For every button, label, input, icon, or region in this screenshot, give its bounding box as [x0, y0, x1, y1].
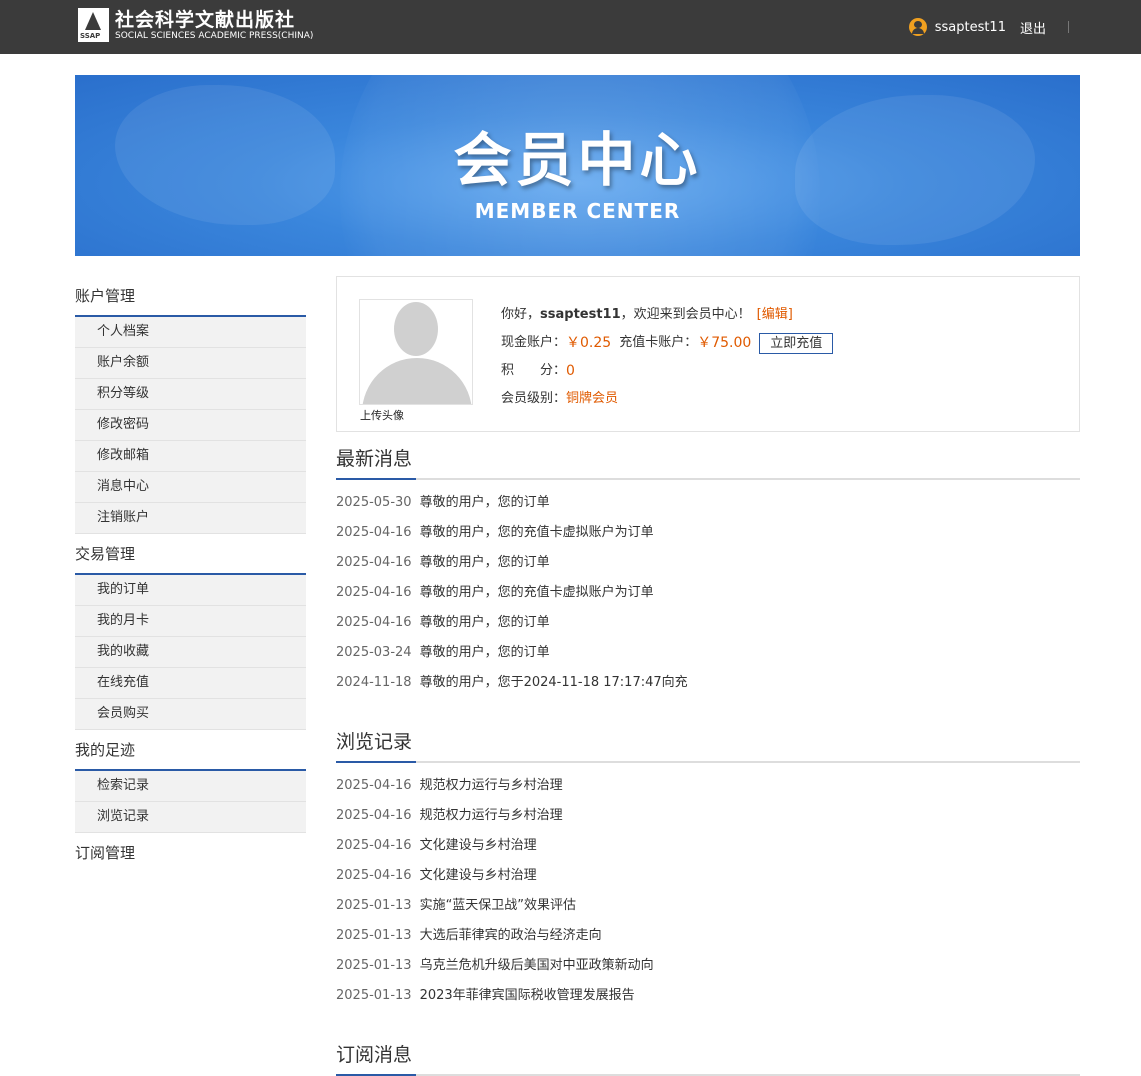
history-item[interactable]: 2025-01-13 乌克兰危机升级后美国对中亚政策新动向	[336, 956, 710, 986]
banner-title: 会员中心	[453, 126, 702, 194]
header-username[interactable]: ssaptest11	[935, 20, 1006, 35]
message-item[interactable]: 2024-11-18 尊敬的用户，您于2024-11-18 17:17:47向充	[336, 673, 710, 703]
logo-title-en: SOCIAL SCIENCES ACADEMIC PRESS(CHINA)	[115, 30, 314, 41]
greeting-suffix: ，欢迎来到会员中心！	[620, 307, 751, 322]
message-item[interactable]: 2025-04-16 尊敬的用户，您的订单	[336, 613, 710, 643]
sidebar-item-favorites[interactable]: 我的收藏	[75, 637, 306, 668]
history-item[interactable]: 2025-01-13 2023年菲律宾国际税收管理发展报告	[336, 986, 710, 1016]
sidebar-item-change-password[interactable]: 修改密码	[75, 410, 306, 441]
latest-messages-list: 2025-05-30 尊敬的用户，您的订单 2025-04-16 尊敬的用户，您的充…	[336, 480, 1080, 715]
history-item[interactable]: 2025-04-16 文化建设与乡村治理	[336, 836, 710, 866]
sidebar-nav: 账户管理 个人档案 账户余额 积分等级 修改密码 修改邮箱 消息中心 注销账户 …	[75, 276, 306, 874]
message-item[interactable]: 2025-05-30 尊敬的用户，您的订单	[336, 493, 710, 523]
member-center-banner: 会员中心 MEMBER CENTER	[75, 75, 1080, 256]
profile-username: ssaptest11	[540, 307, 621, 322]
sidebar-group-subscriptions[interactable]: 订阅管理	[75, 833, 306, 874]
member-level-value: 铜牌会员	[566, 391, 619, 406]
sidebar-item-close-account[interactable]: 注销账户	[75, 503, 306, 534]
browse-history-title: 浏览记录	[336, 725, 1080, 763]
sidebar-group-footprints[interactable]: 我的足迹	[75, 730, 306, 771]
edit-profile-link[interactable]: [编辑]	[757, 304, 793, 326]
header-divider	[1068, 21, 1069, 33]
subscriptions-title: 订阅消息	[336, 1038, 1080, 1076]
card-account-value: ￥75.00	[697, 335, 752, 351]
history-item[interactable]: 2025-04-16 文化建设与乡村治理	[336, 866, 710, 896]
message-item[interactable]: 2025-03-24 尊敬的用户，您的订单	[336, 643, 710, 673]
cash-account-value: ￥0.25	[566, 335, 612, 351]
top-bar: SSAP 社会科学文献出版社 SOCIAL SCIENCES ACADEMIC …	[0, 0, 1141, 54]
latest-messages-title: 最新消息	[336, 442, 1080, 480]
sidebar-group-transactions[interactable]: 交易管理	[75, 534, 306, 575]
sidebar-item-points-level[interactable]: 积分等级	[75, 379, 306, 410]
sidebar-item-search-history[interactable]: 检索记录	[75, 771, 306, 802]
user-avatar[interactable]	[359, 299, 473, 405]
upload-avatar-link[interactable]: 上传头像	[360, 407, 404, 423]
browse-history-list: 2025-04-16 规范权力运行与乡村治理 2025-04-16 规范权力运行与乡…	[336, 763, 1080, 1028]
profile-card: 上传头像 你好， ssaptest11 ，欢迎来到会员中心！ [编辑] 现金账户…	[336, 276, 1080, 432]
points-label: 积 分：	[501, 363, 567, 378]
sidebar-item-orders[interactable]: 我的订单	[75, 575, 306, 606]
sidebar-item-change-email[interactable]: 修改邮箱	[75, 441, 306, 472]
site-logo[interactable]: SSAP 社会科学文献出版社 SOCIAL SCIENCES ACADEMIC …	[78, 8, 313, 42]
sidebar-item-buy-membership[interactable]: 会员购买	[75, 699, 306, 730]
sidebar-group-account[interactable]: 账户管理	[75, 276, 306, 317]
message-item[interactable]: 2025-04-16 尊敬的用户，您的订单	[336, 553, 710, 583]
sidebar-item-monthly-card[interactable]: 我的月卡	[75, 606, 306, 637]
message-item[interactable]: 2025-04-16 尊敬的用户，您的充值卡虚拟账户为订单	[336, 583, 710, 613]
profile-info: 你好， ssaptest11 ，欢迎来到会员中心！ [编辑] 现金账户： ￥0.…	[501, 301, 834, 413]
sidebar-item-online-recharge[interactable]: 在线充值	[75, 668, 306, 699]
main-content: 上传头像 你好， ssaptest11 ，欢迎来到会员中心！ [编辑] 现金账户…	[336, 276, 1080, 1076]
card-account-label: 充值卡账户：	[619, 335, 698, 350]
cash-account-label: 现金账户：	[501, 335, 567, 350]
history-item[interactable]: 2025-04-16 规范权力运行与乡村治理	[336, 776, 710, 806]
user-avatar-icon	[908, 18, 927, 36]
sidebar-item-balance[interactable]: 账户余额	[75, 348, 306, 379]
history-item[interactable]: 2025-01-13 大选后菲律宾的政治与经济走向	[336, 926, 710, 956]
greeting-prefix: 你好，	[501, 307, 541, 322]
points-value: 0	[566, 363, 575, 379]
message-item[interactable]: 2025-04-16 尊敬的用户，您的充值卡虚拟账户为订单	[336, 523, 710, 553]
user-area: ssaptest11 退出	[908, 0, 1069, 54]
history-item[interactable]: 2025-04-16 规范权力运行与乡村治理	[336, 806, 710, 836]
logout-link[interactable]: 退出	[1020, 18, 1046, 37]
sidebar-item-profile[interactable]: 个人档案	[75, 317, 306, 348]
ssap-logo-mark: SSAP	[78, 8, 109, 42]
sidebar-item-browse-history[interactable]: 浏览记录	[75, 802, 306, 833]
banner-subtitle: MEMBER CENTER	[474, 199, 681, 223]
member-level-label: 会员级别：	[501, 391, 567, 406]
logo-title-cn: 社会科学文献出版社	[115, 8, 296, 31]
recharge-button[interactable]: 立即充值	[759, 332, 834, 354]
sidebar-item-messages[interactable]: 消息中心	[75, 472, 306, 503]
history-item[interactable]: 2025-01-13 实施“蓝天保卫战”效果评估	[336, 896, 710, 926]
